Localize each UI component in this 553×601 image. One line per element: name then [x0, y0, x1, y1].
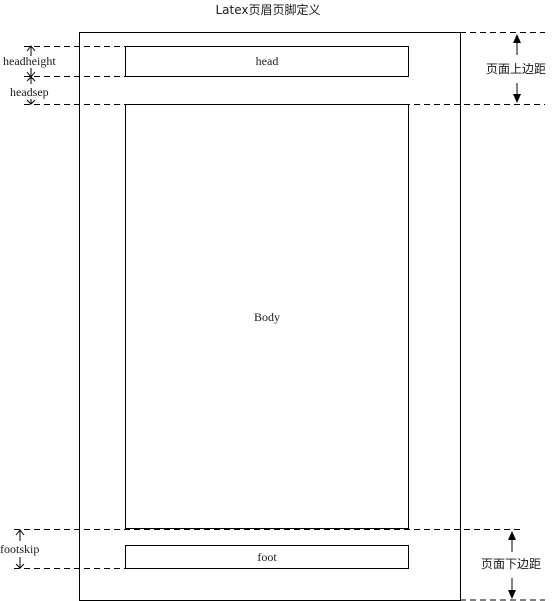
footskip-label: footskip [0, 542, 39, 556]
body-label: Body [254, 310, 280, 324]
foot-label: foot [257, 550, 277, 564]
head-label: head [256, 54, 279, 68]
headsep-label: headsep [10, 85, 49, 99]
diagram-title: Latex页眉页脚定义 [215, 2, 320, 17]
headheight-label: headheight [3, 54, 56, 68]
page-layout-diagram: Latex页眉页脚定义 head Body foot headheight he… [0, 2, 546, 601]
top-margin-label: 页面上边距 [486, 62, 546, 76]
bottom-margin-label: 页面下边距 [481, 557, 541, 571]
